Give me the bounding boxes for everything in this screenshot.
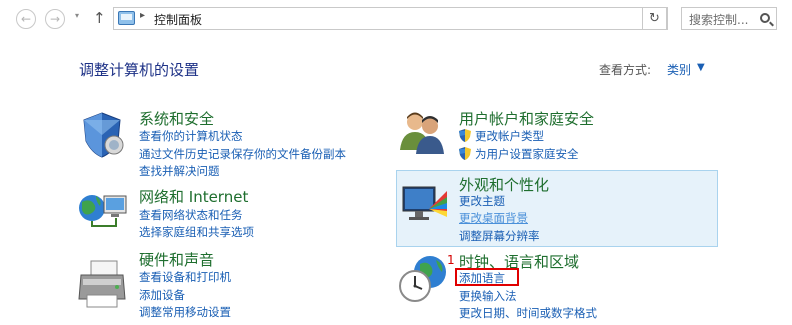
clock-globe-icon[interactable] [398,254,450,304]
change-date-time-format-link[interactable]: 更改日期、时间或数字格式 [459,305,597,321]
search-input[interactable]: 搜索控制... [681,7,777,30]
view-by-dropdown[interactable]: 类别 [667,61,691,78]
network-globe-icon[interactable] [76,188,130,230]
refresh-icon: ↻ [649,11,660,26]
devices-printers-link[interactable]: 查看设备和打印机 [139,269,231,285]
system-security-shield-icon[interactable] [78,111,128,159]
view-computer-status-link[interactable]: 查看你的计算机状态 [139,128,243,144]
forward-arrow-icon: → [49,12,61,26]
family-safety-label: 为用户设置家庭安全 [475,147,579,161]
system-security-title[interactable]: 系统和安全 [139,108,214,129]
user-accounts-icon[interactable] [398,110,446,156]
change-desktop-background-link[interactable]: 更改桌面背景 [459,210,528,226]
page-title: 调整计算机的设置 [79,61,200,79]
up-button[interactable]: ↑ [93,8,106,28]
mobility-settings-link[interactable]: 调整常用移动设置 [139,304,231,320]
back-button[interactable]: ← [16,9,36,29]
family-safety-link[interactable]: 为用户设置家庭安全 [459,146,579,162]
uac-shield-icon [459,129,471,142]
file-history-backup-link[interactable]: 通过文件历史记录保存你的文件备份副本 [139,146,346,162]
change-input-method-link[interactable]: 更换输入法 [459,288,517,304]
search-icon[interactable] [760,13,770,23]
annotation-highlight-box [455,268,519,286]
appearance-title[interactable]: 外观和个性化 [459,174,549,195]
hardware-sound-title[interactable]: 硬件和声音 [139,249,214,270]
network-internet-title[interactable]: 网络和 Internet [139,186,248,207]
add-device-link[interactable]: 添加设备 [139,287,185,303]
homegroup-sharing-link[interactable]: 选择家庭组和共享选项 [139,224,254,240]
back-arrow-icon: ← [20,12,32,26]
change-account-type-label: 更改帐户类型 [475,129,544,143]
annotation-step-number: 1 [447,253,455,267]
forward-button[interactable]: → [45,9,65,29]
breadcrumb-separator[interactable]: ▸ [140,10,145,21]
control-panel-icon [118,11,135,25]
appearance-monitor-icon[interactable] [401,183,449,227]
adjust-resolution-link[interactable]: 调整屏幕分辨率 [459,228,540,244]
view-by-label: 查看方式: [599,63,652,77]
view-network-status-link[interactable]: 查看网络状态和任务 [139,207,243,223]
change-theme-link[interactable]: 更改主题 [459,193,505,209]
uac-shield-icon [459,147,471,160]
troubleshoot-link[interactable]: 查找并解决问题 [139,163,220,179]
chevron-down-icon[interactable]: ▼ [697,62,705,73]
change-account-type-link[interactable]: 更改帐户类型 [459,128,544,144]
search-placeholder: 搜索控制... [689,13,749,27]
navigation-bar: ← → ▾ ↑ ▸ 控制面板 ▾ ↻ 搜索控制... [0,0,792,38]
recent-locations-dropdown[interactable]: ▾ [75,11,79,20]
address-field[interactable]: ▸ 控制面板 ▾ [113,7,741,30]
refresh-button[interactable]: ↻ [642,7,667,30]
breadcrumb-control-panel[interactable]: 控制面板 [154,11,202,28]
user-accounts-title[interactable]: 用户帐户和家庭安全 [459,108,594,129]
printer-icon[interactable] [77,257,129,313]
